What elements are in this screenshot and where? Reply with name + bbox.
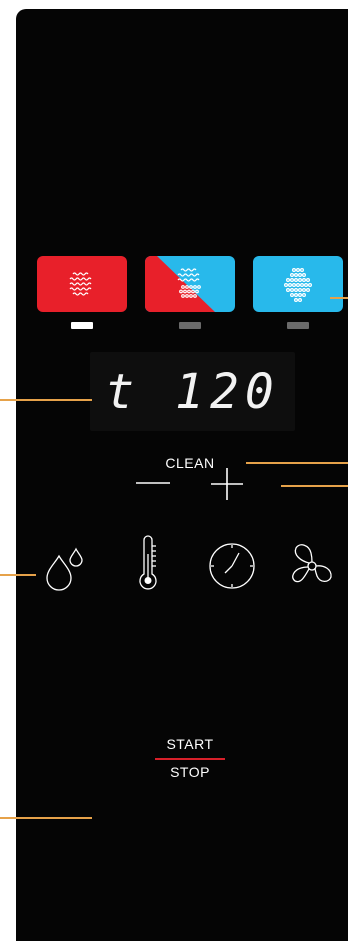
convection-indicator	[71, 322, 93, 329]
callout-line-start-stop	[0, 817, 92, 819]
control-panel	[16, 9, 348, 941]
callout-line-steam	[330, 297, 348, 299]
clean-label: CLEAN	[165, 455, 215, 471]
stop-label: STOP	[170, 764, 210, 780]
plus-button[interactable]	[207, 466, 247, 502]
fan-button[interactable]	[287, 539, 337, 593]
fan-icon	[292, 544, 332, 583]
callout-line-clean	[246, 462, 348, 464]
start-stop-divider	[155, 758, 225, 760]
combi-mode-button[interactable]	[145, 256, 235, 312]
timer-button[interactable]	[206, 540, 258, 592]
minus-icon	[136, 482, 170, 484]
digital-display: t 120	[90, 352, 295, 431]
minus-button[interactable]	[128, 468, 178, 498]
display-readout: t 120	[105, 363, 280, 420]
start-stop-button[interactable]: START STOP	[150, 736, 230, 784]
callout-line-plus	[281, 485, 348, 487]
callout-line-humidity	[0, 574, 36, 576]
start-label: START	[166, 736, 214, 752]
convection-mode-button[interactable]	[37, 256, 127, 312]
clock-icon	[209, 543, 255, 589]
callout-line-display	[0, 399, 92, 401]
temperature-button[interactable]	[128, 532, 168, 598]
humidity-button[interactable]	[40, 535, 90, 595]
humidity-icon	[46, 547, 83, 591]
steam-indicator	[287, 322, 309, 329]
plus-icon	[211, 468, 243, 500]
thermometer-icon	[139, 535, 157, 590]
combi-indicator	[179, 322, 201, 329]
steam-mode-button[interactable]	[253, 256, 343, 312]
